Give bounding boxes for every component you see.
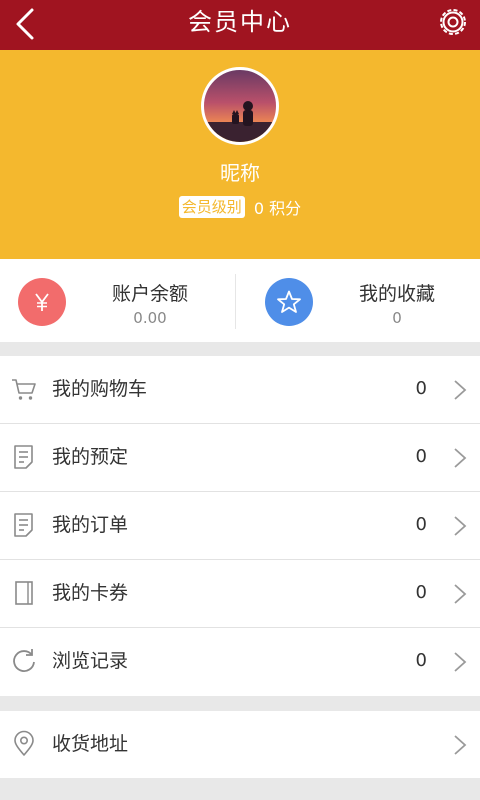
member-level-row: 会员级别 0 积分 bbox=[0, 195, 480, 219]
balance-value: 0.00 bbox=[133, 309, 167, 327]
chevron-right-icon bbox=[454, 448, 467, 468]
member-level-badge: 会员级别 bbox=[178, 196, 245, 218]
list-item-history[interactable]: 浏览记录 0 bbox=[0, 628, 480, 696]
yen-icon bbox=[18, 278, 66, 326]
stats-divider bbox=[235, 274, 236, 329]
list-item-label: 我的预定 bbox=[52, 446, 129, 468]
list-item-label: 收货地址 bbox=[52, 733, 129, 755]
chevron-right-icon bbox=[454, 652, 467, 672]
list-item-count: 0 bbox=[415, 514, 427, 535]
cart-icon bbox=[12, 379, 36, 400]
avatar-image bbox=[204, 101, 276, 142]
list-item-count: 0 bbox=[415, 446, 427, 467]
top-nav-bar: 会员中心 bbox=[0, 0, 480, 50]
menu-list: 我的购物车 0 我的预定 0 我的订单 0 我的卡券 0 浏览记录 0 bbox=[0, 356, 480, 696]
list-item-coupons[interactable]: 我的卡券 0 bbox=[0, 560, 480, 628]
points-text: 0 积分 bbox=[253, 199, 302, 218]
account-balance-button[interactable]: 账户余额 0.00 bbox=[0, 259, 240, 342]
favorites-label: 我的收藏 bbox=[358, 283, 435, 305]
list-item-count: 0 bbox=[415, 650, 427, 671]
nickname[interactable]: 昵称 bbox=[0, 157, 480, 186]
refresh-icon bbox=[13, 649, 35, 672]
list-item-label: 我的卡券 bbox=[52, 582, 129, 604]
chevron-right-icon bbox=[454, 584, 467, 604]
address-list: 收货地址 bbox=[0, 711, 480, 778]
location-pin-icon bbox=[14, 730, 34, 756]
list-item-reservations[interactable]: 我的预定 0 bbox=[0, 424, 480, 492]
list-item-label: 我的购物车 bbox=[52, 378, 148, 400]
list-item-orders[interactable]: 我的订单 0 bbox=[0, 492, 480, 560]
star-icon bbox=[265, 278, 313, 326]
balance-label: 账户余额 bbox=[111, 283, 188, 305]
document-icon bbox=[14, 445, 33, 469]
gear-icon[interactable] bbox=[436, 5, 470, 39]
card-icon bbox=[15, 581, 33, 605]
chevron-right-icon bbox=[454, 735, 467, 755]
profile-banner: 昵称 会员级别 0 积分 bbox=[0, 50, 480, 259]
list-item-count: 0 bbox=[415, 378, 427, 399]
page-title: 会员中心 bbox=[188, 8, 292, 36]
list-item-count: 0 bbox=[415, 582, 427, 603]
my-favorites-button[interactable]: 我的收藏 0 bbox=[240, 259, 480, 342]
avatar[interactable] bbox=[201, 67, 279, 145]
chevron-right-icon bbox=[454, 380, 467, 400]
favorites-value: 0 bbox=[392, 309, 402, 327]
document-icon bbox=[14, 513, 33, 537]
list-item-address[interactable]: 收货地址 bbox=[0, 711, 480, 778]
list-item-cart[interactable]: 我的购物车 0 bbox=[0, 356, 480, 424]
list-item-label: 浏览记录 bbox=[52, 650, 129, 672]
chevron-right-icon bbox=[454, 516, 467, 536]
account-stats: 账户余额 0.00 我的收藏 0 bbox=[0, 259, 480, 342]
list-item-label: 我的订单 bbox=[52, 514, 129, 536]
